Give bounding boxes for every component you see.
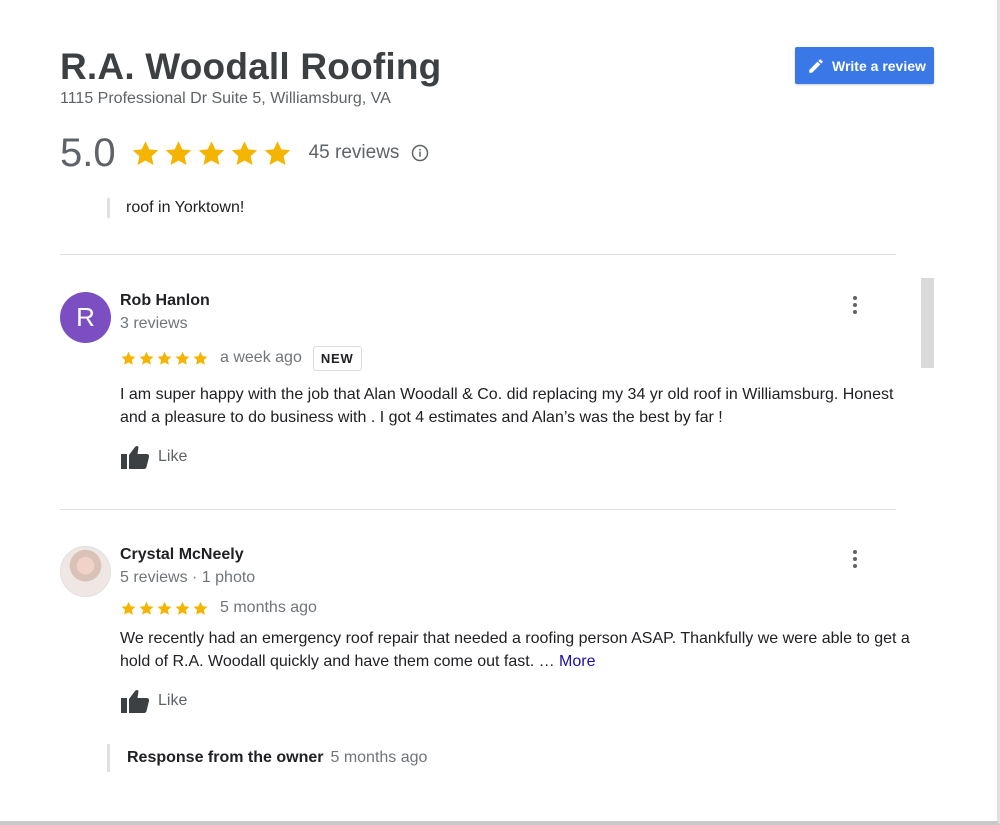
star-icon xyxy=(231,140,257,165)
divider xyxy=(60,254,896,255)
owner-response: Response from the owner 5 months ago xyxy=(107,744,427,772)
star-icon xyxy=(157,351,172,365)
avatar-letter: R xyxy=(76,302,95,332)
write-review-button[interactable]: Write a review xyxy=(795,47,934,84)
star-icon xyxy=(121,351,136,365)
review-rating-row: 5 months ago xyxy=(120,597,317,619)
business-name: R.A. Woodall Roofing xyxy=(60,46,442,87)
reviewer-meta: 3 reviews xyxy=(120,315,188,332)
review-text: We recently had an emergency roof repair… xyxy=(120,627,920,673)
star-icon xyxy=(157,601,172,615)
reviewer-name[interactable]: Crystal McNeely xyxy=(120,546,244,564)
new-badge: NEW xyxy=(312,345,362,371)
avatar[interactable] xyxy=(60,546,111,597)
rating-stars xyxy=(130,138,293,169)
review-rating-row: a week ago NEW xyxy=(120,344,362,372)
more-vert-icon[interactable] xyxy=(844,294,866,316)
star-icon xyxy=(175,351,190,365)
avatar[interactable]: R xyxy=(60,292,111,343)
like-button[interactable]: Like xyxy=(120,688,187,714)
star-icon xyxy=(264,140,290,165)
star-icon xyxy=(165,140,191,165)
rating-summary: 5.0 45 reviews xyxy=(60,128,429,178)
thumb-up-icon xyxy=(121,446,150,469)
review-time: 5 months ago xyxy=(220,599,317,616)
reviews-count: 45 reviews xyxy=(308,142,400,163)
review-stars xyxy=(120,350,209,367)
star-icon xyxy=(121,601,136,615)
like-label: Like xyxy=(158,448,188,465)
pencil-icon xyxy=(807,57,825,75)
write-review-label: Write a review xyxy=(832,57,926,74)
like-label: Like xyxy=(158,692,188,709)
like-button[interactable]: Like xyxy=(120,444,187,470)
star-icon xyxy=(139,601,154,615)
owner-response-label: Response from the owner xyxy=(127,749,324,766)
review-text: I am super happy with the job that Alan … xyxy=(120,386,894,426)
owner-response-time: 5 months ago xyxy=(330,749,428,766)
review-time: a week ago xyxy=(220,349,302,366)
scrollbar[interactable] xyxy=(921,278,934,368)
star-icon xyxy=(198,140,224,165)
review-item: Crystal McNeely 5 reviews · 1 photo 5 mo… xyxy=(60,546,910,746)
business-address: 1115 Professional Dr Suite 5, Williamsbu… xyxy=(60,90,391,107)
review-stars xyxy=(120,600,209,617)
review-text-body: We recently had an emergency roof repair… xyxy=(120,630,910,670)
info-icon[interactable] xyxy=(411,144,429,162)
reviewer-meta: 5 reviews · 1 photo xyxy=(120,569,256,586)
divider xyxy=(60,509,896,510)
review-item: R Rob Hanlon 3 reviews a week ago NEW I … xyxy=(60,292,900,492)
rating-score: 5.0 xyxy=(60,130,116,175)
previous-review-snippet: roof in Yorktown! xyxy=(107,198,244,218)
star-icon xyxy=(175,601,190,615)
thumb-up-icon xyxy=(121,690,150,713)
reviewer-name[interactable]: Rob Hanlon xyxy=(120,292,210,310)
star-icon xyxy=(193,601,208,615)
star-icon xyxy=(193,351,208,365)
more-link[interactable]: More xyxy=(559,653,595,670)
more-vert-icon[interactable] xyxy=(844,548,866,570)
star-icon xyxy=(132,140,158,165)
star-icon xyxy=(139,351,154,365)
